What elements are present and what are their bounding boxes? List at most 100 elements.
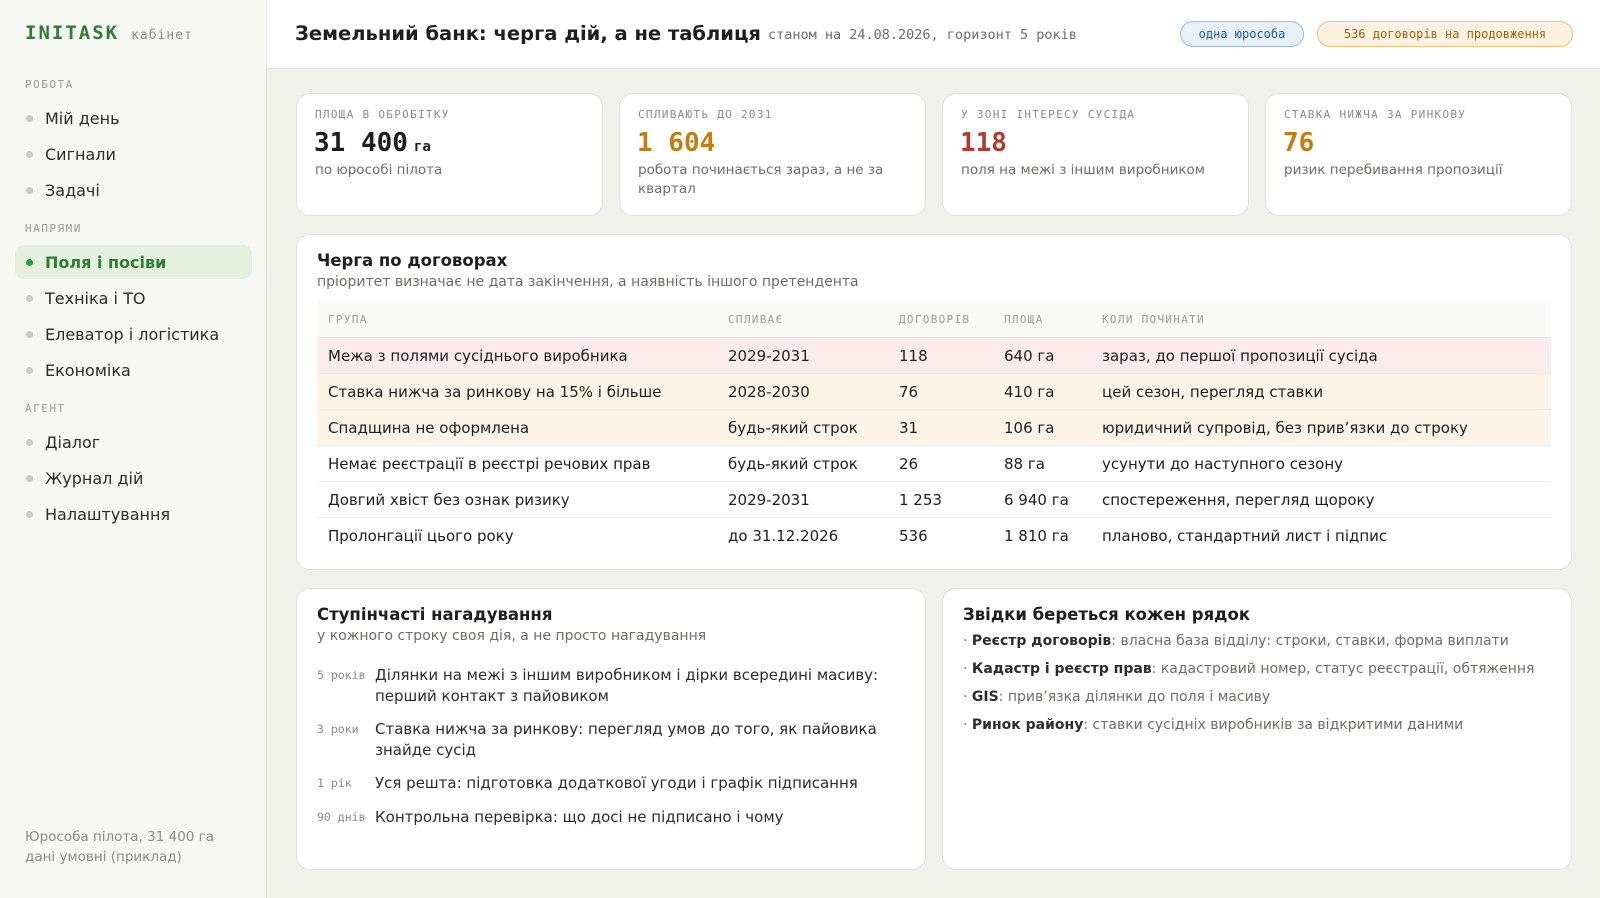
bullet-icon bbox=[26, 510, 33, 518]
nav-item-machinery[interactable]: Техніка і ТО bbox=[15, 281, 252, 315]
cell-when: спостереження, перегляд щороку bbox=[1102, 491, 1375, 509]
column-header[interactable]: ДОГОВОРІВ bbox=[899, 302, 970, 338]
kpi-note: по юрособі пілота bbox=[315, 162, 443, 178]
nav-item-label: Сигнали bbox=[45, 144, 116, 164]
nav-item-label: Економіка bbox=[45, 360, 131, 380]
cell-when: планово, стандартний лист і підпис bbox=[1102, 527, 1388, 545]
entity-badge[interactable]: одна юрособа bbox=[1180, 21, 1304, 47]
section-subtitle: у кожного строку своя дія, а не просто н… bbox=[317, 628, 707, 644]
column-header[interactable]: ПЛОЩА bbox=[1004, 302, 1044, 338]
nav-item-elevator[interactable]: Елеватор і логістика bbox=[15, 317, 252, 351]
nav-item-tasks[interactable]: Задачі bbox=[15, 173, 252, 207]
sidebar: INITASK кабінет РОБОТА Мій день Сигнали … bbox=[0, 0, 267, 898]
step-text: Контрольна перевірка: що досі не підписа… bbox=[375, 808, 784, 826]
kpi-number: 76 bbox=[1283, 128, 1315, 158]
nav-item-fields[interactable]: Поля і посіви bbox=[15, 245, 252, 279]
page-subtitle: станом на 24.08.2026, горизонт 5 років bbox=[768, 27, 1077, 43]
contract-queue-card: Черга по договорах пріоритет визначає не… bbox=[296, 234, 1572, 570]
source-item: · Ринок району: ставки сусідніх виробник… bbox=[963, 717, 1464, 733]
cell-area: 1 810 га bbox=[1004, 527, 1069, 545]
page-title: Земельний банк: черга дій, а не таблиця bbox=[295, 22, 761, 45]
source-name: GIS bbox=[971, 689, 999, 705]
cell-area: 410 га bbox=[1004, 383, 1055, 401]
page-header: Земельний банк: черга дій, а не таблиця … bbox=[267, 0, 1600, 69]
kpi-note: робота починається зараз, а не за кварта… bbox=[638, 162, 884, 197]
cell-count: 536 bbox=[899, 527, 928, 545]
kpi-card-area: ПЛОЩА В ОБРОБІТКУ 31 400 га по юрособі пі… bbox=[296, 93, 603, 216]
column-header[interactable]: КОЛИ ПОЧИНАТИ bbox=[1102, 302, 1205, 338]
kpi-label: У ЗОНІ ІНТЕРЕСУ СУСІДА bbox=[961, 108, 1136, 121]
nav-section-directions: НАПРЯМИ bbox=[25, 222, 82, 235]
cell-expires: 2028-2030 bbox=[728, 383, 810, 401]
cell-group: Немає реєстрації в реєстрі речових прав bbox=[328, 455, 651, 473]
table-row[interactable]: Межа з полями сусіднього виробника 2029-… bbox=[317, 338, 1551, 374]
kpi-number: 31 400 bbox=[314, 128, 408, 158]
table-row[interactable]: Довгий хвіст без ознак ризику 2029-2031 … bbox=[317, 482, 1551, 518]
section-subtitle: пріоритет визначає не дата закінчення, а… bbox=[317, 274, 859, 290]
cell-expires: будь-який строк bbox=[728, 419, 858, 437]
bullet-icon bbox=[26, 474, 33, 482]
cell-expires: 2029-2031 bbox=[728, 491, 810, 509]
source-desc: : кадастровий номер, статус реєстрації, … bbox=[1151, 661, 1535, 677]
column-header[interactable]: ГРУПА bbox=[328, 302, 368, 338]
table-row[interactable]: Ставка нижча за ринкову на 15% і більше … bbox=[317, 374, 1551, 410]
nav-item-label: Задачі bbox=[45, 180, 100, 200]
step-text: Ділянки на межі з іншим виробником і дір… bbox=[375, 666, 879, 705]
nav-item-settings[interactable]: Налаштування bbox=[15, 497, 252, 531]
cell-when: цей сезон, перегляд ставки bbox=[1102, 383, 1324, 401]
step-text: Ставка нижча за ринкову: перегляд умов д… bbox=[375, 720, 877, 759]
nav-item-label: Техніка і ТО bbox=[45, 288, 146, 308]
bullet-icon bbox=[26, 294, 33, 302]
source-item: · Кадастр і реєстр прав: кадастровий ном… bbox=[963, 661, 1535, 677]
nav-section-work: РОБОТА bbox=[25, 78, 74, 91]
cell-when: усунути до наступного сезону bbox=[1102, 455, 1344, 473]
cell-count: 76 bbox=[899, 383, 919, 401]
column-header[interactable]: СПЛИВАЄ bbox=[728, 302, 783, 338]
cell-area: 106 га bbox=[1004, 419, 1055, 437]
sidebar-footer-note: дані умовні (приклад) bbox=[25, 849, 182, 865]
cell-area: 6 940 га bbox=[1004, 491, 1069, 509]
bullet-icon bbox=[26, 438, 33, 446]
kpi-card-rate: СТАВКА НИЖЧА ЗА РИНКОВУ 76 ризик перебив… bbox=[1265, 93, 1572, 216]
nav-section-agent: АГЕНТ bbox=[25, 402, 66, 415]
table-row[interactable]: Пролонгації цього року до 31.12.2026 536… bbox=[317, 518, 1551, 554]
kpi-label: ПЛОЩА В ОБРОБІТКУ bbox=[315, 108, 450, 121]
cell-group: Довгий хвіст без ознак ризику bbox=[328, 491, 570, 509]
step-when: 3 роки bbox=[317, 722, 359, 736]
kpi-label: СПЛИВАЮТЬ ДО 2031 bbox=[638, 108, 773, 121]
nav-item-label: Журнал дій bbox=[45, 468, 144, 488]
cell-count: 118 bbox=[899, 347, 928, 365]
kpi-note: поля на межі з іншим виробником bbox=[961, 162, 1205, 178]
renewals-badge[interactable]: 536 договорів на продовження bbox=[1317, 21, 1573, 47]
nav-item-action-log[interactable]: Журнал дій bbox=[15, 461, 252, 495]
step-when: 90 днів bbox=[317, 810, 366, 824]
bullet-icon bbox=[26, 114, 33, 122]
cell-count: 31 bbox=[899, 419, 919, 437]
cell-expires: до 31.12.2026 bbox=[728, 527, 839, 545]
nav-item-dialog[interactable]: Діалог bbox=[15, 425, 252, 459]
sidebar-footer-entity: Юрособа пілота, 31 400 га bbox=[25, 829, 215, 845]
cell-group: Межа з полями сусіднього виробника bbox=[328, 347, 628, 365]
source-desc: : прив’язка ділянки до поля і масиву bbox=[998, 689, 1271, 705]
section-title: Черга по договорах bbox=[317, 251, 508, 270]
source-desc: : ставки сусідніх виробників за відкрити… bbox=[1083, 717, 1464, 733]
cell-count: 1 253 bbox=[899, 491, 942, 509]
nav-item-economics[interactable]: Економіка bbox=[15, 353, 252, 387]
nav-item-my-day[interactable]: Мій день bbox=[15, 101, 252, 135]
brand[interactable]: INITASK кабінет bbox=[25, 22, 193, 44]
nav-item-label: Діалог bbox=[45, 432, 101, 452]
kpi-number: 1 604 bbox=[637, 128, 716, 158]
kpi-note: ризик перебивання пропозиції bbox=[1284, 162, 1503, 178]
source-item: · GIS: прив’язка ділянки до поля і масив… bbox=[963, 689, 1271, 705]
kpi-label: СТАВКА НИЖЧА ЗА РИНКОВУ bbox=[1284, 108, 1467, 121]
section-title: Ступінчасті нагадування bbox=[317, 605, 553, 624]
cell-expires: будь-який строк bbox=[728, 455, 858, 473]
step-when: 5 років bbox=[317, 668, 366, 682]
cell-area: 88 га bbox=[1004, 455, 1045, 473]
source-desc: : власна база відділу: строки, ставки, ф… bbox=[1111, 633, 1509, 649]
bullet-icon bbox=[26, 330, 33, 338]
cell-group: Пролонгації цього року bbox=[328, 527, 514, 545]
table-row[interactable]: Немає реєстрації в реєстрі речових прав … bbox=[317, 446, 1551, 482]
table-row[interactable]: Спадщина не оформлена будь-який строк 31… bbox=[317, 410, 1551, 446]
nav-item-signals[interactable]: Сигнали bbox=[15, 137, 252, 171]
